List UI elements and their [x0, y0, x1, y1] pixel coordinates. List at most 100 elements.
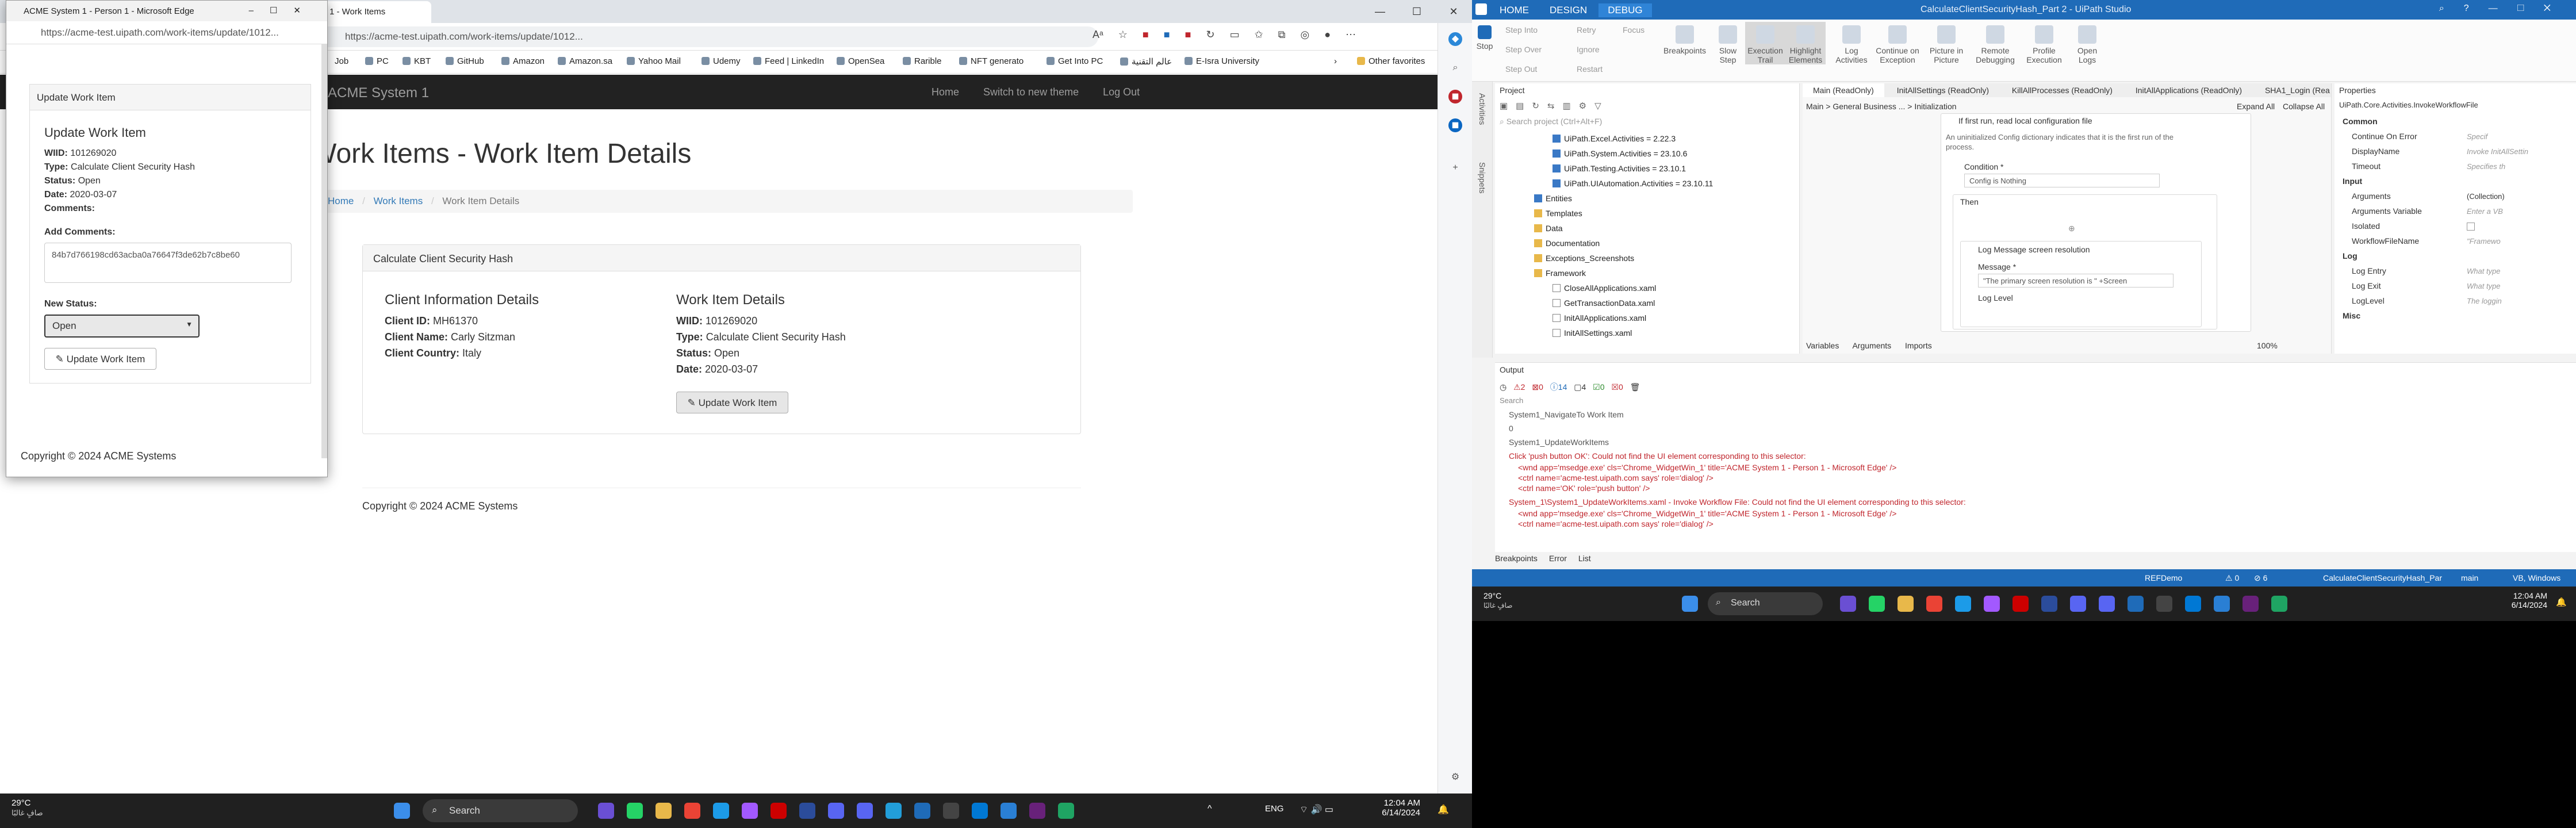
warning-filter[interactable]: ⊠0	[1532, 382, 1543, 392]
arguments-tab[interactable]: Arguments	[1852, 341, 1891, 350]
tree-item[interactable]: Data	[1534, 224, 1563, 233]
output-line[interactable]: 0	[1509, 424, 1513, 433]
popup-update-button[interactable]: ✎ Update Work Item	[44, 348, 156, 370]
input-language[interactable]: ENG	[1265, 804, 1284, 814]
studio-window-controls[interactable]: ⌕?—☐✕	[2439, 3, 2570, 14]
file-explorer-icon[interactable]	[656, 803, 672, 819]
app-icon[interactable]	[2214, 596, 2230, 612]
whatsapp-icon[interactable]	[627, 803, 643, 819]
app-icon[interactable]	[1058, 803, 1074, 819]
bookmark-kbt[interactable]: KBT	[402, 56, 431, 66]
tree-item[interactable]: UiPath.Testing.Activities = 23.10.1	[1552, 164, 1686, 173]
open-logs-button[interactable]: Open Logs	[2070, 22, 2104, 64]
vscode-icon[interactable]	[2185, 596, 2201, 612]
whatsapp-icon[interactable]	[1869, 596, 1885, 612]
tree-item[interactable]: InitAllApplications.xaml	[1552, 313, 1646, 323]
tree-item[interactable]: UiPath.Excel.Activities = 2.22.3	[1552, 134, 1676, 143]
variables-tab[interactable]: Variables	[1806, 341, 1839, 350]
tree-item[interactable]: GetTransactionData.xaml	[1552, 298, 1655, 308]
branch-indicator[interactable]: main	[2461, 573, 2478, 582]
breakpoints-tab[interactable]: Breakpoints	[1495, 554, 1538, 563]
step-into-button[interactable]: Step Into	[1505, 25, 1538, 34]
bookmark-amazon-sa[interactable]: Amazon.sa	[558, 56, 612, 66]
doc-tab[interactable]: InitAllSettings (ReadOnly)	[1887, 83, 1999, 97]
step-out-button[interactable]: Step Out	[1505, 64, 1537, 74]
bookmark-getintopc[interactable]: Get Into PC	[1046, 56, 1103, 66]
discord-icon[interactable]	[2070, 596, 2086, 612]
taskview-icon[interactable]	[1840, 596, 1856, 612]
message-input[interactable]: "The primary screen resolution is " +Scr…	[1978, 274, 2174, 288]
file-explorer-icon[interactable]	[1897, 596, 1914, 612]
extension-icon[interactable]: ■	[1143, 29, 1149, 41]
copilot-icon[interactable]: ◎	[1301, 29, 1310, 41]
bookmark-amazon[interactable]: Amazon	[501, 56, 545, 66]
tree-item[interactable]: Entities	[1534, 194, 1572, 203]
vscode-icon[interactable]	[972, 803, 988, 819]
breakpoints-button[interactable]: Breakpoints	[1662, 22, 1708, 55]
bc-main[interactable]: Main	[1806, 102, 1823, 111]
error-filter[interactable]: ⚠2	[1513, 382, 1525, 392]
imports-tab[interactable]: Imports	[1905, 341, 1932, 350]
browser-tab[interactable]: 1 - Work Items	[313, 1, 431, 23]
address-bar[interactable]: https://acme-test.uipath.com/work-items/…	[310, 26, 1098, 47]
prop-value[interactable]: Enter a VB	[2467, 207, 2503, 216]
doc-tab[interactable]: Main (ReadOnly)	[1803, 83, 1884, 97]
taskbar-search[interactable]: ⌕ Search	[1708, 592, 1823, 615]
bookmark-yahoo[interactable]: Yahoo Mail	[627, 56, 681, 66]
uipath-icon[interactable]	[914, 803, 930, 819]
app-icon[interactable]	[742, 803, 758, 819]
output-error-line[interactable]: <wnd app='msedge.exe' cls='Chrome_Widget…	[1518, 509, 1896, 518]
bookmark-udemy[interactable]: Udemy	[702, 56, 741, 66]
bookmark-arabic[interactable]: عالم التقنية	[1120, 56, 1172, 67]
restart-button[interactable]: Restart	[1577, 64, 1603, 74]
app-icon[interactable]	[1984, 596, 2000, 612]
error-count[interactable]: ⊘ 6	[2254, 573, 2267, 583]
more-menu-icon[interactable]: ⋯	[1346, 29, 1356, 41]
remote-debugging-button[interactable]: Remote Debugging	[1972, 22, 2018, 64]
bookmark-other-favorites[interactable]: Other favorites	[1357, 56, 1425, 66]
isolated-checkbox[interactable]	[2467, 223, 2475, 231]
breadcrumb-work-items[interactable]: Work Items	[374, 195, 423, 206]
prop-value[interactable]: What type	[2467, 282, 2501, 290]
doc-tab[interactable]: KillAllProcesses (ReadOnly)	[2002, 83, 2123, 97]
output-error-line[interactable]: Click 'push button OK': Could not find t…	[1509, 451, 1806, 461]
telegram-icon[interactable]	[885, 803, 902, 819]
bookmark-linkedin[interactable]: Feed | LinkedIn	[753, 56, 824, 66]
nav-home[interactable]: Home	[931, 86, 959, 98]
illustrator-icon[interactable]	[2012, 596, 2029, 612]
prop-value[interactable]: Specifies th	[2467, 162, 2505, 171]
info-filter[interactable]: ⓘ14	[1550, 382, 1567, 392]
notification-icon[interactable]: 🔔	[1438, 804, 1449, 815]
repo-indicator[interactable]: REFDemo	[2145, 573, 2182, 582]
collapse-all-button[interactable]: Collapse All	[2283, 102, 2325, 111]
nav-switch-theme[interactable]: Switch to new theme	[983, 86, 1079, 98]
slow-step-button[interactable]: Slow Step	[1711, 22, 1745, 64]
app-icon[interactable]	[2271, 596, 2287, 612]
execution-trail-button[interactable]: Execution Trail	[1745, 22, 1785, 64]
photoshop-icon[interactable]	[2041, 596, 2057, 612]
picture-in-picture-button[interactable]: Picture in Picture	[1923, 22, 1969, 64]
weather-widget[interactable]: 29°C صافٍ غالبًا	[1483, 591, 1512, 610]
read-aloud-icon[interactable]: Aᵃ	[1092, 29, 1103, 41]
step-over-button[interactable]: Step Over	[1505, 45, 1542, 54]
tree-item[interactable]: Documentation	[1534, 239, 1600, 248]
chevron-right-icon[interactable]: ›	[1334, 56, 1337, 66]
clock[interactable]: 12:04 AM 6/14/2024	[2496, 591, 2547, 610]
clock[interactable]: 12:04 AM 6/14/2024	[1368, 798, 1420, 818]
ignore-button[interactable]: Ignore	[1577, 45, 1600, 54]
tab-debug[interactable]: DEBUG	[1598, 3, 1652, 17]
tree-item[interactable]: InitAllSettings.xaml	[1552, 328, 1632, 338]
output-error-line[interactable]: System_1\System1_UpdateWorkItems.xaml - …	[1509, 497, 1966, 507]
add-icon[interactable]: +	[1448, 161, 1462, 175]
discord-icon[interactable]	[2099, 596, 2115, 612]
fail-filter[interactable]: ☒0	[1611, 382, 1623, 392]
site-brand[interactable]: ACME System 1	[328, 85, 429, 101]
if-activity[interactable]: If first run, read local configuration f…	[1941, 113, 2251, 332]
weather-widget[interactable]: 29°C صافٍ غالبًا	[12, 798, 43, 818]
output-error-line[interactable]: <ctrl name='OK' role='push button' />	[1518, 484, 1650, 493]
bc-init[interactable]: Initialization	[1914, 102, 1956, 111]
prop-value[interactable]: Invoke InitAllSettin	[2467, 147, 2528, 156]
nav-logout[interactable]: Log Out	[1103, 86, 1140, 98]
error-list-tab[interactable]: Error List	[1549, 554, 1591, 563]
tab-home[interactable]: HOME	[1490, 3, 1538, 17]
